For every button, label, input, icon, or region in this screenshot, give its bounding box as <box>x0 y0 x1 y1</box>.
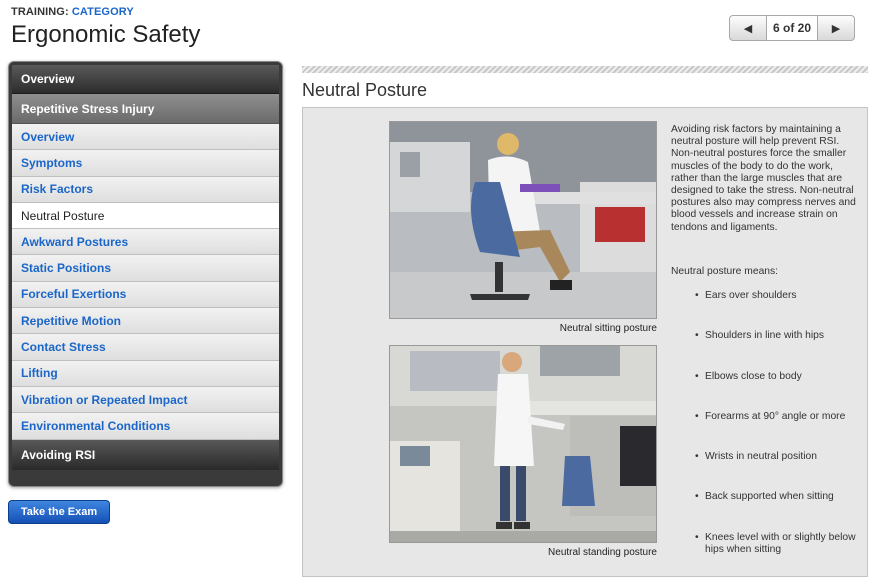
posture-bullet-list: Ears over shouldersShoulders in line wit… <box>695 290 865 572</box>
sidebar-item-risk-factors[interactable]: Risk Factors <box>12 176 279 203</box>
content-panel: Neutral sitting posture Neutral standing… <box>302 107 868 577</box>
sitting-posture-photo <box>389 121 657 319</box>
take-exam-button[interactable]: Take the Exam <box>8 500 110 524</box>
sidebar-item-overview-top[interactable]: Overview <box>12 65 279 94</box>
right-arrow-icon: ▶ <box>831 22 841 35</box>
page-indicator: 6 of 20 <box>766 16 818 40</box>
posture-bullet-item: Back supported when sitting <box>695 491 865 531</box>
sidebar-item-vibration-or-repeated-impact[interactable]: Vibration or Repeated Impact <box>12 386 279 414</box>
breadcrumb: TRAINING: CATEGORY <box>11 6 200 18</box>
sitting-caption: Neutral sitting posture <box>559 323 657 334</box>
sidebar-section-rsi[interactable]: Repetitive Stress Injury <box>12 94 279 124</box>
sidebar-item-lifting[interactable]: Lifting <box>12 360 279 387</box>
next-page-button[interactable]: ▶ <box>818 16 854 40</box>
sidebar-item-contact-stress[interactable]: Contact Stress <box>12 334 279 361</box>
intro-paragraph: Avoiding risk factors by maintaining a n… <box>671 124 856 233</box>
sidebar-item-static-positions[interactable]: Static Positions <box>12 255 279 282</box>
posture-bullet-item: Shoulders in line with hips <box>695 330 865 370</box>
divider-stripe <box>302 66 868 73</box>
sidebar-item-forceful-exertions[interactable]: Forceful Exertions <box>12 281 279 309</box>
breadcrumb-category[interactable]: CATEGORY <box>72 6 134 18</box>
posture-bullet-item: Forearms at 90° angle or more <box>695 411 865 451</box>
posture-bullet-item: Wrists in neutral position <box>695 451 865 491</box>
sidebar-nav: Overview Repetitive Stress Injury Overvi… <box>8 61 283 487</box>
sidebar-item-overview[interactable]: Overview <box>12 124 279 151</box>
standing-posture-photo <box>389 345 657 543</box>
left-arrow-icon: ◀ <box>743 22 753 35</box>
page-header: TRAINING: CATEGORY Ergonomic Safety <box>11 6 200 49</box>
section-title: Neutral Posture <box>302 80 428 100</box>
sidebar-item-repetitive-motion[interactable]: Repetitive Motion <box>12 308 279 335</box>
sidebar-item-symptoms[interactable]: Symptoms <box>12 150 279 177</box>
standing-caption: Neutral standing posture <box>548 547 657 558</box>
posture-bullet-item: Knees level with or slightly below hips … <box>695 532 865 572</box>
pager: ◀ 6 of 20 ▶ <box>729 15 855 41</box>
sidebar-item-awkward-postures[interactable]: Awkward Postures <box>12 229 279 256</box>
sidebar-sublist: Overview Symptoms Risk Factors Neutral Post… <box>12 124 279 440</box>
sidebar-item-environmental-conditions[interactable]: Environmental Conditions <box>12 413 279 440</box>
breadcrumb-prefix: TRAINING: <box>11 6 69 18</box>
posture-bullet-item: Elbows close to body <box>695 371 865 411</box>
neutral-posture-means-label: Neutral posture means: <box>671 266 779 277</box>
prev-page-button[interactable]: ◀ <box>730 16 766 40</box>
posture-bullet-item: Ears over shoulders <box>695 290 865 330</box>
page-title: Ergonomic Safety <box>11 21 201 48</box>
sidebar-item-neutral-posture[interactable]: Neutral Posture <box>12 202 279 230</box>
sidebar-item-avoiding-rsi[interactable]: Avoiding RSI <box>12 439 279 470</box>
